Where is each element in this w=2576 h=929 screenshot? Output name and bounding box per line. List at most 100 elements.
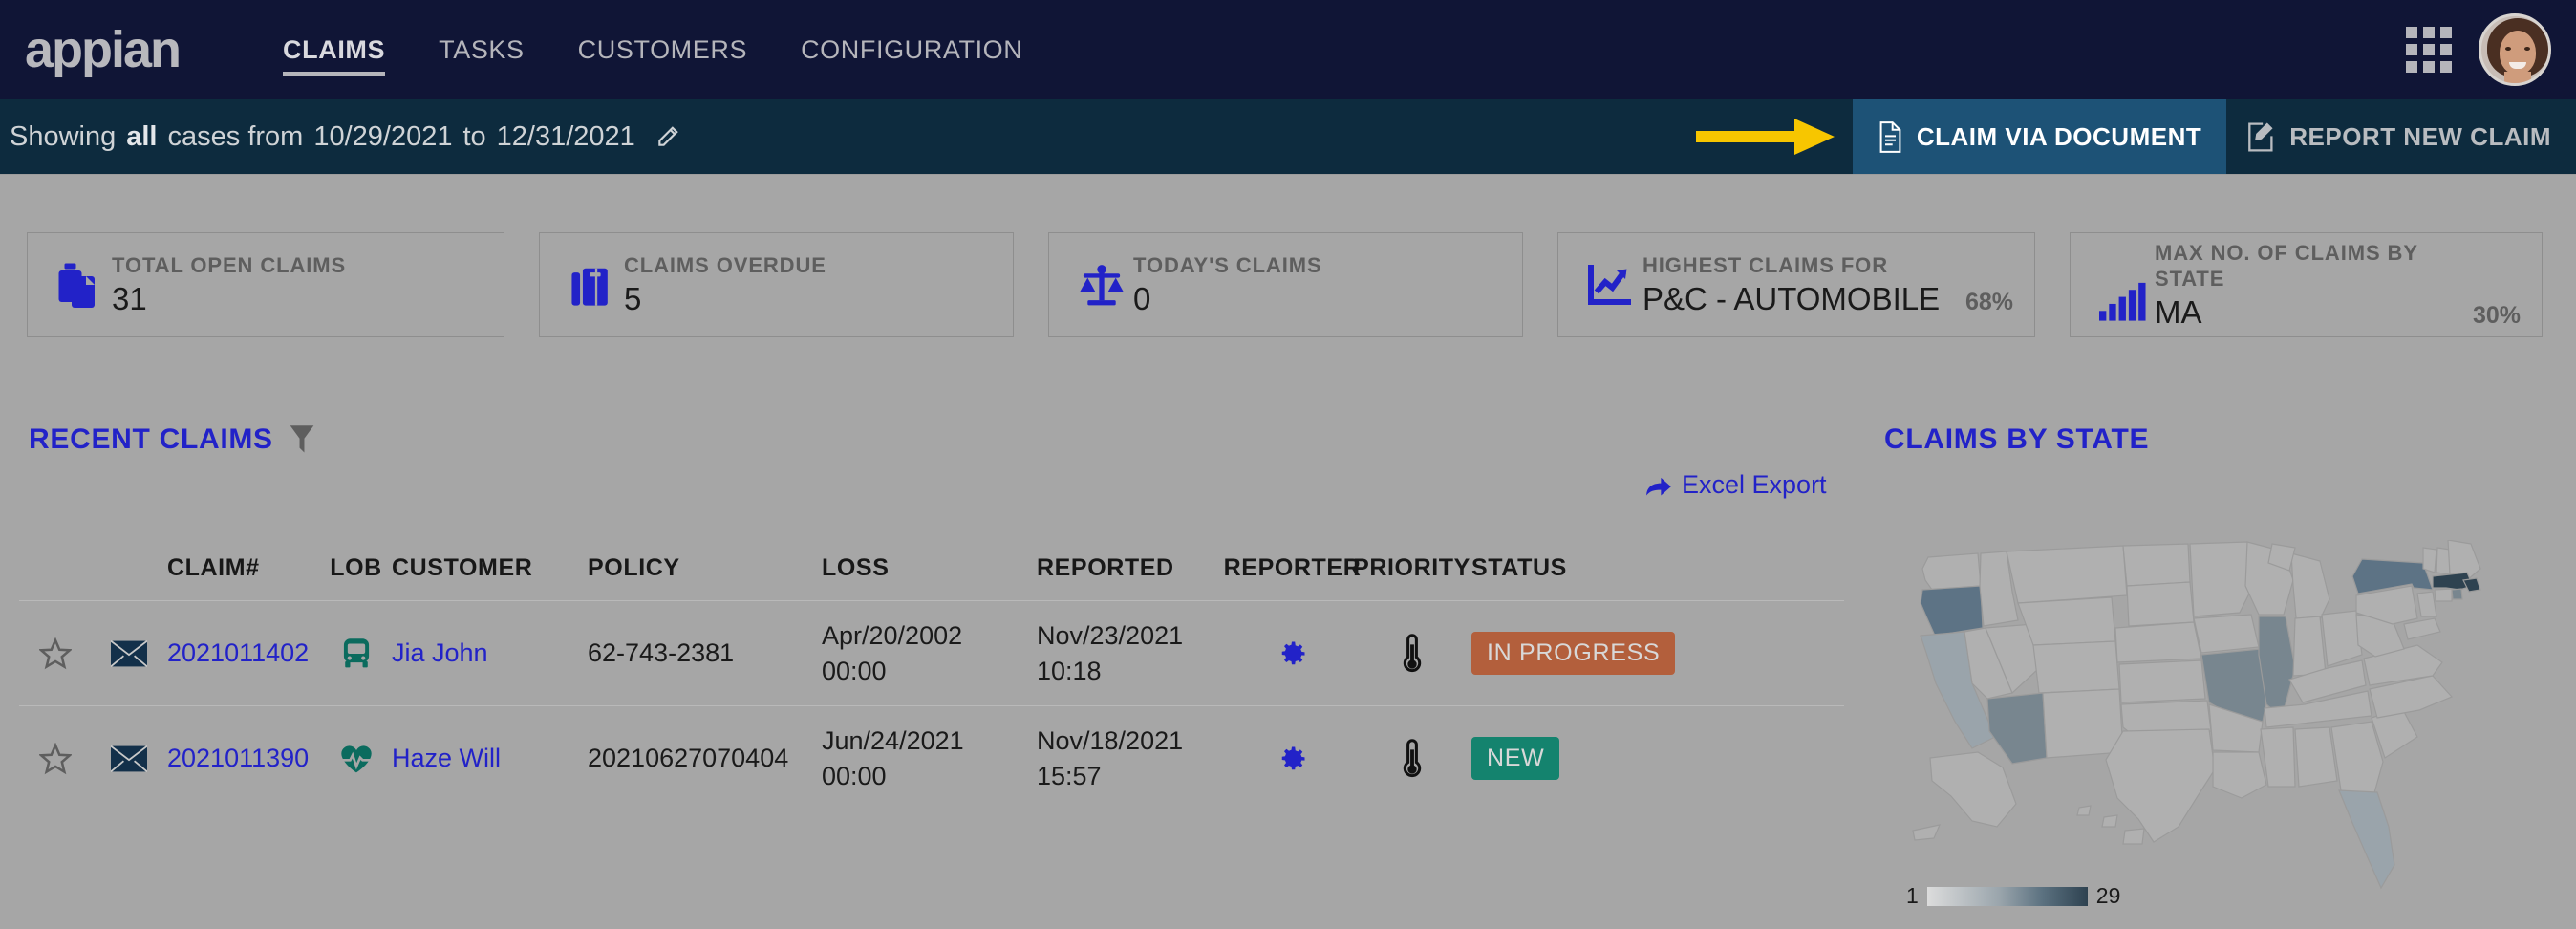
- status-badge: NEW: [1471, 737, 1560, 780]
- loss-time: 00:00: [822, 656, 887, 685]
- kpi-label: TODAY'S CLAIMS: [1133, 253, 1322, 278]
- filter-scope: all: [126, 120, 158, 152]
- col-reporter[interactable]: REPORTER: [1224, 554, 1361, 582]
- briefcase-icon: [561, 261, 624, 309]
- claim-via-document-label: CLAIM VIA DOCUMENT: [1916, 121, 2202, 151]
- kpi-value: MA: [2155, 293, 2202, 330]
- envelope-icon[interactable]: [91, 745, 167, 772]
- excel-export-link[interactable]: Excel Export: [1645, 470, 1827, 500]
- gear-icon[interactable]: [1233, 745, 1352, 773]
- claims-by-state-header: CLAIMS BY STATE: [1884, 423, 2149, 456]
- report-new-claim-button[interactable]: REPORT NEW CLAIM: [2226, 99, 2576, 174]
- filter-bar: Showing all cases from 10/29/2021 to 12/…: [0, 99, 2576, 174]
- table-header-row: CLAIM# LOB CUSTOMER POLICY LOSS REPORTED…: [19, 535, 1844, 600]
- bus-icon: [320, 637, 392, 670]
- appian-logo[interactable]: appian: [25, 24, 182, 76]
- recent-claims-title: RECENT CLAIMS: [29, 423, 273, 455]
- user-avatar[interactable]: [2479, 13, 2551, 86]
- report-new-claim-label: REPORT NEW CLAIM: [2289, 121, 2551, 151]
- table-row[interactable]: 2021011390 Haze Will 20210627070404 Jun/…: [19, 705, 1844, 810]
- briefcase-copy-icon: [49, 259, 112, 311]
- document-icon: [1878, 120, 1903, 153]
- grid-apps-icon[interactable]: [2406, 27, 2452, 73]
- recent-claims-table: CLAIM# LOB CUSTOMER POLICY LOSS REPORTED…: [19, 535, 1844, 810]
- kpi-percent: 30%: [2472, 301, 2521, 329]
- thermometer-icon[interactable]: [1352, 738, 1471, 780]
- col-policy[interactable]: POLICY: [588, 554, 822, 582]
- kpi-value: P&C - AUTOMOBILE: [1642, 280, 1941, 316]
- claims-dashboard: appian CLAIMS TASKS CUSTOMERS CONFIGURAT…: [0, 0, 2576, 929]
- legend-max-label: 29: [2095, 883, 2121, 908]
- filter-to: to: [462, 120, 486, 152]
- kpi-claims-overdue[interactable]: CLAIMS OVERDUE 5: [539, 232, 1014, 337]
- kpi-percent: 68%: [1964, 288, 2013, 315]
- col-customer[interactable]: CUSTOMER: [392, 554, 588, 582]
- bar-chart-icon: [2092, 281, 2155, 336]
- gear-icon[interactable]: [1233, 639, 1352, 668]
- kpi-label: HIGHEST CLAIMS FOR: [1642, 253, 1888, 278]
- edit-document-icon: [2247, 121, 2276, 153]
- nav-tab-claims-label: CLAIMS: [283, 34, 386, 64]
- claim-number-link[interactable]: 2021011402: [167, 638, 309, 668]
- line-chart-icon: [1579, 263, 1642, 307]
- nav-right-cluster: [2406, 13, 2551, 86]
- kpi-value: 0: [1133, 280, 1151, 316]
- reported-date-cell: Nov/18/2021 15:57: [1037, 724, 1183, 793]
- loss-date-cell: Jun/24/2021 00:00: [822, 724, 964, 793]
- nav-tab-configuration[interactable]: CONFIGURATION: [774, 0, 1049, 99]
- yellow-arrow-icon: [1695, 99, 1839, 174]
- envelope-icon[interactable]: [91, 639, 167, 667]
- kpi-label: CLAIMS OVERDUE: [624, 253, 826, 278]
- favorite-star-icon[interactable]: [19, 742, 91, 775]
- col-lob[interactable]: LOB: [320, 554, 392, 582]
- legend-min-label: 1: [1906, 883, 1919, 908]
- kpi-label: MAX NO. OF CLAIMS BY STATE: [2155, 240, 2418, 292]
- col-loss[interactable]: LOSS: [822, 554, 1037, 582]
- recent-claims-header: RECENT CLAIMS: [29, 423, 315, 456]
- filter-bar-actions: CLAIM VIA DOCUMENT REPORT NEW CLAIM: [1695, 99, 2576, 174]
- loss-date: Apr/20/2002: [822, 621, 963, 651]
- kpi-highest-claims-for[interactable]: HIGHEST CLAIMS FOR P&C - AUTOMOBILE 68%: [1557, 232, 2035, 337]
- reported-time: 15:57: [1037, 761, 1102, 790]
- top-navigation-bar: appian CLAIMS TASKS CUSTOMERS CONFIGURAT…: [0, 0, 2576, 99]
- us-choropleth-map[interactable]: [1873, 539, 2576, 922]
- funnel-icon[interactable]: [289, 424, 315, 455]
- kpi-value: 5: [624, 280, 642, 316]
- nav-tab-tasks-label: TASKS: [439, 34, 525, 64]
- map-legend: 1 29: [1906, 883, 2120, 909]
- col-priority[interactable]: PRIORITY: [1352, 554, 1471, 582]
- customer-link[interactable]: Jia John: [392, 638, 488, 668]
- kpi-max-claims-by-state[interactable]: MAX NO. OF CLAIMS BY STATE MA 30%: [2070, 232, 2543, 337]
- policy-number: 20210627070404: [588, 744, 789, 772]
- nav-tab-customers-label: CUSTOMERS: [577, 34, 748, 64]
- main-nav-items: CLAIMS TASKS CUSTOMERS CONFIGURATION: [256, 0, 1049, 99]
- filter-date-to: 12/31/2021: [496, 120, 635, 152]
- nav-tab-customers[interactable]: CUSTOMERS: [551, 0, 774, 99]
- col-claim[interactable]: CLAIM#: [167, 554, 320, 582]
- nav-tab-tasks[interactable]: TASKS: [412, 0, 551, 99]
- customer-link[interactable]: Haze Will: [392, 744, 501, 773]
- thermometer-icon[interactable]: [1352, 633, 1471, 675]
- heartbeat-icon: [320, 744, 392, 774]
- scales-icon: [1070, 262, 1133, 308]
- nav-tab-claims[interactable]: CLAIMS: [256, 0, 412, 99]
- col-status[interactable]: STATUS: [1471, 554, 1691, 582]
- table-row[interactable]: 2021011402 Jia John 62-743-2381 Apr/20/2…: [19, 600, 1844, 705]
- kpi-value: 31: [112, 280, 147, 316]
- reported-date-cell: Nov/23/2021 10:18: [1037, 618, 1183, 688]
- kpi-todays-claims[interactable]: TODAY'S CLAIMS 0: [1048, 232, 1523, 337]
- col-reported[interactable]: REPORTED: [1037, 554, 1233, 582]
- pencil-icon[interactable]: [655, 124, 680, 149]
- nav-tab-configuration-label: CONFIGURATION: [801, 34, 1023, 64]
- claim-via-document-button[interactable]: CLAIM VIA DOCUMENT: [1852, 99, 2227, 174]
- share-arrow-icon: [1645, 474, 1672, 497]
- kpi-total-open-claims[interactable]: TOTAL OPEN CLAIMS 31: [27, 232, 504, 337]
- policy-number: 62-743-2381: [588, 638, 735, 667]
- claims-by-state-title: CLAIMS BY STATE: [1884, 423, 2150, 455]
- legend-gradient-bar: [1926, 886, 2088, 906]
- status-badge: IN PROGRESS: [1471, 632, 1676, 675]
- favorite-star-icon[interactable]: [19, 637, 91, 670]
- kpi-label: TOTAL OPEN CLAIMS: [112, 253, 347, 278]
- claim-number-link[interactable]: 2021011390: [167, 744, 309, 773]
- filter-summary: Showing all cases from 10/29/2021 to 12/…: [10, 121, 680, 153]
